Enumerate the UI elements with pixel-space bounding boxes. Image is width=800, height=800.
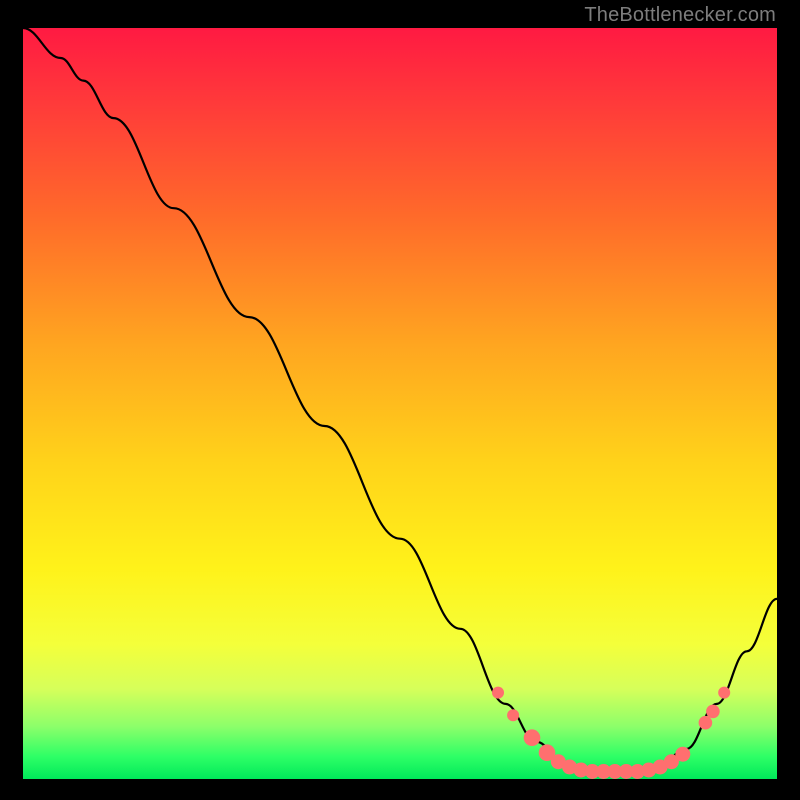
curve-marker <box>524 729 541 746</box>
curve-marker <box>706 705 720 719</box>
curve-marker <box>699 716 713 730</box>
chart-stage: TheBottlenecker.com <box>0 0 800 800</box>
marker-group <box>492 687 730 779</box>
curve-marker <box>507 709 519 721</box>
curve-marker <box>718 687 730 699</box>
curve-layer <box>23 28 777 779</box>
bottleneck-curve <box>23 28 777 772</box>
curve-marker <box>675 747 690 762</box>
curve-marker <box>492 687 504 699</box>
attribution-text: TheBottlenecker.com <box>584 4 776 27</box>
plot-area <box>23 28 777 779</box>
